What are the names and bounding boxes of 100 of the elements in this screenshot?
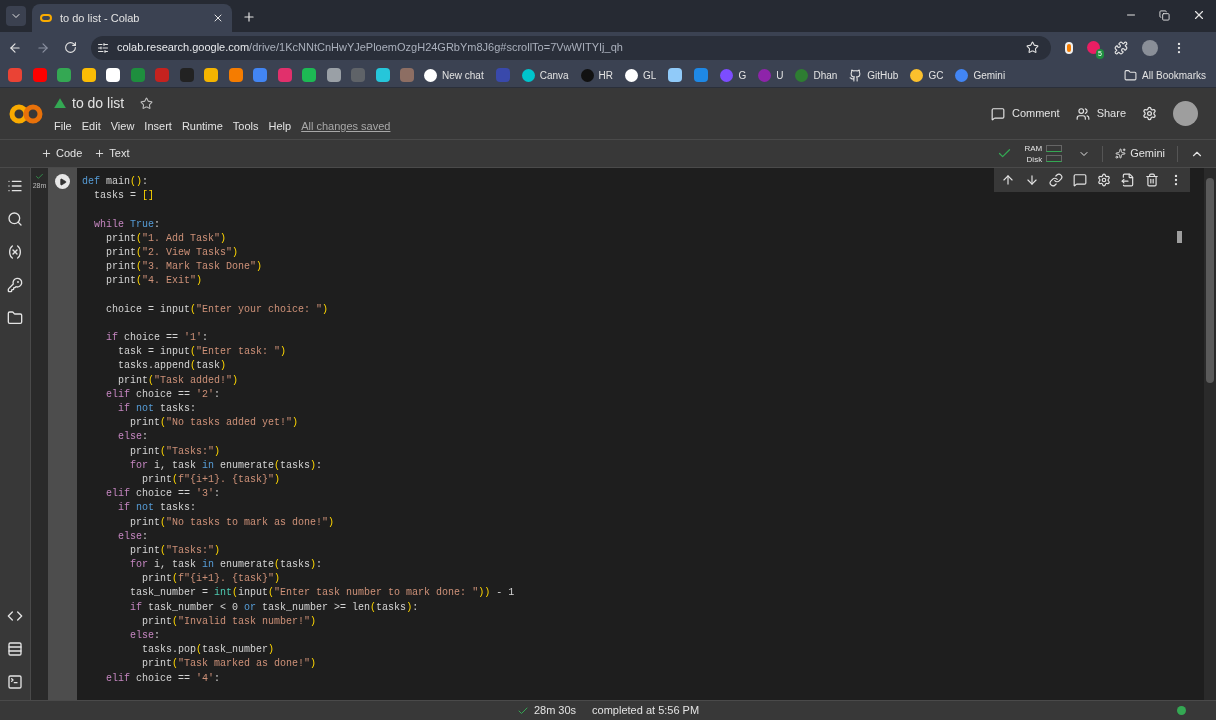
save-status-link[interactable]: All changes saved (301, 117, 391, 135)
code-line: print("Invalid task number!") (141, 615, 317, 627)
move-down-icon[interactable] (1025, 173, 1039, 187)
code-line: print("Tasks:") (129, 544, 221, 556)
bookmark-item[interactable]: GL (625, 67, 657, 83)
tab-list-button[interactable] (6, 6, 26, 26)
delete-icon[interactable] (1145, 173, 1159, 187)
bookmark-icon (375, 68, 390, 82)
move-up-icon[interactable] (1001, 173, 1015, 187)
code-line: choice = input("Enter your choice: ") (105, 303, 329, 315)
completion-time: completed at 5:56 PM (592, 703, 700, 719)
tab-title: to do list - Colab (60, 10, 141, 26)
code-line: tasks.pop(task_number) (141, 644, 275, 656)
scroll-marker (1177, 231, 1182, 243)
variables-icon[interactable] (7, 244, 23, 260)
bookmark-icon (668, 68, 683, 82)
bookmark-icon (179, 68, 194, 82)
sparkle-icon (1115, 148, 1127, 159)
reload-icon[interactable] (64, 41, 77, 54)
search-icon[interactable] (7, 211, 23, 227)
code-line: if choice == '1': (105, 332, 209, 344)
scrollbar-thumb[interactable] (1206, 178, 1214, 383)
code-line: if not tasks: (117, 403, 197, 414)
settings-icon[interactable] (1142, 106, 1157, 121)
site-info-icon[interactable] (97, 41, 109, 54)
comment-icon[interactable] (1073, 173, 1087, 187)
colab-logo-icon (40, 14, 52, 22)
menu-item[interactable]: Help (268, 117, 292, 135)
bookmark-icon (720, 68, 734, 82)
bookmark-item[interactable]: U (758, 67, 784, 83)
people-icon (1075, 106, 1090, 121)
close-icon[interactable] (212, 12, 224, 24)
star-icon[interactable] (140, 96, 154, 110)
code-line: elif choice == '3': (105, 488, 221, 500)
restore-icon[interactable] (1159, 9, 1170, 21)
key-icon[interactable] (7, 277, 23, 293)
code-line: else: (129, 630, 161, 641)
mirror-cell-icon[interactable] (1121, 173, 1135, 187)
profile-avatar[interactable] (1173, 101, 1198, 126)
executed-check-icon (35, 172, 44, 181)
comment-button[interactable]: Comment (990, 105, 1060, 122)
comment-icon (990, 106, 1005, 121)
settings-icon[interactable] (1097, 173, 1111, 187)
code-line: print("No tasks added yet!") (129, 417, 299, 429)
extensions-icon[interactable] (1114, 40, 1128, 55)
table-of-contents-icon[interactable] (7, 178, 23, 194)
add-code-button[interactable]: Code (41, 145, 83, 162)
code-line: def main(): (82, 176, 149, 187)
new-tab-icon[interactable] (242, 10, 256, 24)
menu-item[interactable]: View (110, 117, 135, 135)
code-snippets-icon[interactable] (7, 608, 23, 624)
github-icon (849, 68, 863, 82)
bookmark-item[interactable]: Gemini (955, 67, 1006, 83)
profile-avatar[interactable] (1142, 39, 1158, 56)
bookmark-icon (155, 68, 169, 82)
code-line: tasks.append(task) (117, 360, 227, 372)
folder-icon[interactable] (7, 310, 23, 326)
bookmark-star-icon[interactable] (1026, 41, 1039, 54)
menu-item[interactable]: File (54, 117, 72, 135)
code-line: if not tasks: (117, 502, 197, 514)
share-button[interactable]: Share (1075, 105, 1126, 122)
terminal-icon[interactable] (7, 674, 23, 690)
address-bar[interactable]: colab.research.google.com/drive/1KcNNtCnHwYJePloemOzgH24GRbYm8J6g#scrollTo=7VwWITYIj_qh (91, 35, 1051, 60)
bookmark-icon (253, 68, 267, 82)
run-cell-button[interactable] (55, 174, 70, 189)
extension-icon[interactable] (1087, 41, 1100, 54)
close-window-icon[interactable] (1192, 8, 1206, 22)
bookmark-icon (351, 68, 365, 82)
all-bookmarks-button[interactable]: All Bookmarks (1124, 67, 1206, 83)
code-line: elif choice == '4': (105, 672, 221, 684)
plus-icon (94, 148, 106, 159)
bookmark-item[interactable]: New chat (424, 67, 484, 83)
menu-item[interactable]: Runtime (181, 117, 223, 135)
gemini-button[interactable]: Gemini (1115, 145, 1165, 162)
drive-icon (54, 98, 66, 109)
forward-icon[interactable] (36, 40, 50, 55)
bookmark-item[interactable]: G (720, 67, 747, 83)
code-line: else: (117, 530, 149, 542)
command-palette-icon[interactable] (7, 641, 23, 657)
add-text-button[interactable]: Text (94, 145, 130, 162)
usage-meter-icon (1046, 145, 1063, 152)
bookmark-icon (694, 68, 709, 82)
bookmark-icon (302, 68, 316, 82)
bookmark-icon (204, 68, 218, 82)
back-icon[interactable] (8, 40, 22, 55)
menu-item[interactable]: Edit (81, 117, 101, 135)
bookmark-item[interactable]: Canva (521, 67, 569, 83)
play-icon (59, 177, 67, 186)
menu-item[interactable]: Insert (144, 117, 172, 135)
bookmark-item[interactable]: GC (910, 67, 944, 83)
bookmark-item[interactable]: Dhan (795, 67, 838, 83)
menu-item[interactable]: Tools (232, 117, 259, 135)
bookmark-icon (521, 68, 535, 82)
extension-icon[interactable] (1065, 41, 1073, 54)
bookmark-item[interactable]: HR (580, 67, 614, 83)
browser-tab[interactable]: to do list - Colab (32, 4, 232, 32)
link-icon[interactable] (1049, 173, 1063, 187)
notebook-title[interactable]: to do list (72, 92, 125, 114)
bookmark-item[interactable]: GitHub (849, 67, 899, 83)
run-duration: 28m 30s (533, 703, 577, 719)
